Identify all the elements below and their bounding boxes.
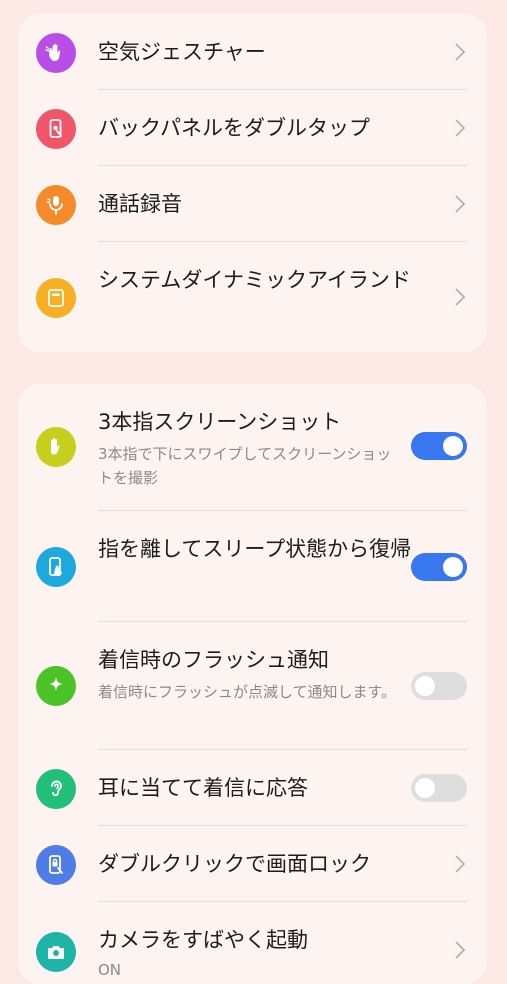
setting-title: 指を離してスリープ状態から復帰 — [98, 537, 412, 561]
setting-title: 空気ジェスチャー — [98, 40, 266, 64]
setting-subtitle: ON — [98, 961, 122, 979]
setting-wake-from-sleep[interactable]: 指を離してスリープ状態から復帰 — [18, 511, 487, 622]
air-gesture-icon — [36, 33, 76, 73]
toggle-knob — [443, 436, 463, 456]
settings-group-gestures: 空気ジェスチャー バックパネルをダブルタップ 通話録音 システムダイナミックアイ… — [18, 14, 487, 352]
settings-screen: 空気ジェスチャー バックパネルをダブルタップ 通話録音 システムダイナミックアイ… — [0, 0, 507, 984]
setting-quick-camera[interactable]: カメラをすばやく起動 ON — [18, 902, 487, 984]
toggle-knob — [415, 778, 435, 798]
ear-answer-toggle[interactable] — [411, 774, 467, 802]
settings-group-shortcuts: 3本指スクリーンショット 3本指で下にスワイプしてスクリーンショットを撮影 指を… — [18, 384, 487, 984]
back-tap-icon — [36, 109, 76, 149]
chevron-right-icon — [453, 118, 467, 138]
setting-title: 着信時のフラッシュ通知 — [98, 648, 329, 672]
ear-icon — [36, 769, 76, 809]
chevron-right-icon — [453, 194, 467, 214]
dynamic-island-icon — [36, 278, 76, 318]
setting-air-gesture[interactable]: 空気ジェスチャー — [18, 14, 487, 90]
chevron-right-icon — [453, 854, 467, 874]
microphone-icon — [36, 185, 76, 225]
sparkle-icon — [36, 666, 76, 706]
three-finger-icon — [36, 427, 76, 467]
chevron-right-icon — [453, 940, 467, 960]
setting-title: 耳に当てて着信に応答 — [98, 776, 308, 800]
setting-subtitle: 着信時にフラッシュが点滅して通知します。 — [98, 683, 397, 701]
setting-back-tap[interactable]: バックパネルをダブルタップ — [18, 90, 487, 166]
setting-dynamic-island[interactable]: システムダイナミックアイランド — [18, 242, 487, 352]
setting-title: バックパネルをダブルタップ — [98, 116, 370, 140]
camera-icon — [36, 932, 76, 972]
setting-three-finger-screenshot[interactable]: 3本指スクリーンショット 3本指で下にスワイプしてスクリーンショットを撮影 — [18, 384, 487, 511]
setting-subtitle: 3本指で下にスワイプしてスクリーンショットを撮影 — [98, 445, 392, 487]
flash-notification-toggle[interactable] — [411, 672, 467, 700]
toggle-knob — [415, 676, 435, 696]
phone-wake-icon — [36, 547, 76, 587]
chevron-right-icon — [453, 287, 467, 307]
wake-from-sleep-toggle[interactable] — [411, 553, 467, 581]
setting-title: カメラをすばやく起動 — [98, 928, 308, 952]
setting-title: 通話録音 — [98, 192, 182, 216]
setting-title: 3本指スクリーンショット — [98, 410, 342, 434]
setting-call-recording[interactable]: 通話録音 — [18, 166, 487, 242]
setting-flash-notification[interactable]: 着信時のフラッシュ通知 着信時にフラッシュが点滅して通知します。 — [18, 622, 487, 750]
setting-title: システムダイナミックアイランド — [98, 268, 411, 292]
setting-ear-answer[interactable]: 耳に当てて着信に応答 — [18, 750, 487, 826]
lock-tap-icon — [36, 845, 76, 885]
setting-title: ダブルクリックで画面ロック — [98, 852, 371, 876]
chevron-right-icon — [453, 42, 467, 62]
setting-double-click-lock[interactable]: ダブルクリックで画面ロック — [18, 826, 487, 902]
three-finger-screenshot-toggle[interactable] — [411, 432, 467, 460]
toggle-knob — [443, 557, 463, 577]
